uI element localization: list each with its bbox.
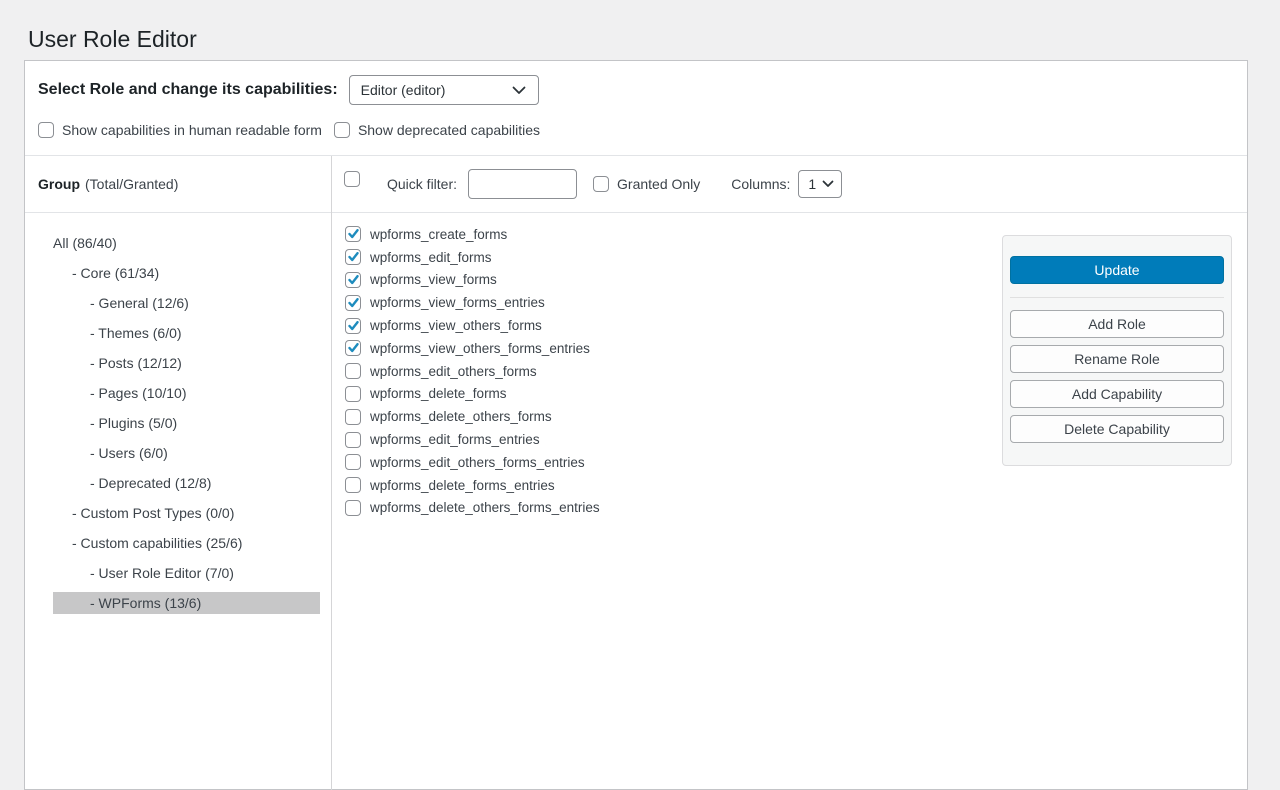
check-icon — [348, 343, 359, 353]
capability-checkbox[interactable] — [345, 500, 361, 516]
tree-item-core[interactable]: - Core (61/34) — [53, 262, 320, 284]
groups-header-subtitle: (Total/Granted) — [85, 176, 178, 192]
main-grid: Group (Total/Granted) All (86/40) - Core… — [25, 156, 1247, 790]
divider — [1010, 297, 1224, 298]
role-selector-label: Select Role and change its capabilities: — [38, 81, 338, 99]
actions-panel: Update Add Role Rename Role Add Capabili… — [1002, 235, 1232, 466]
capability-checkbox[interactable] — [345, 363, 361, 379]
tree-item-wpforms[interactable]: - WPForms (13/6) — [53, 592, 320, 614]
capabilities-list: wpforms_create_forms wpforms_edit_forms … — [332, 213, 1002, 790]
capability-label: wpforms_view_others_forms_entries — [370, 341, 590, 356]
add-role-button[interactable]: Add Role — [1010, 310, 1224, 338]
role-selector-row: Select Role and change its capabilities:… — [25, 61, 1247, 105]
capability-label: wpforms_delete_others_forms — [370, 409, 552, 424]
capability-row: wpforms_delete_forms — [345, 383, 1002, 406]
capability-label: wpforms_delete_others_forms_entries — [370, 500, 600, 515]
check-icon — [348, 229, 359, 239]
quick-filter-label: Quick filter: — [387, 176, 457, 192]
groups-header: Group (Total/Granted) — [25, 156, 331, 213]
role-select[interactable]: Editor (editor) — [349, 75, 539, 105]
capability-row: wpforms_edit_forms — [345, 246, 1002, 269]
check-icon — [348, 321, 359, 331]
capability-row: wpforms_edit_forms_entries — [345, 428, 1002, 451]
user-role-editor-panel: Select Role and change its capabilities:… — [24, 60, 1248, 790]
tree-item-custom-post-types[interactable]: - Custom Post Types (0/0) — [53, 502, 320, 524]
filter-bar: Quick filter: Granted Only Columns: 1 — [332, 156, 1247, 213]
capability-row: wpforms_view_forms_entries — [345, 291, 1002, 314]
capability-row: wpforms_view_forms — [345, 269, 1002, 292]
capabilities-content: wpforms_create_forms wpforms_edit_forms … — [332, 213, 1247, 790]
add-capability-button[interactable]: Add Capability — [1010, 380, 1224, 408]
tree-item-themes[interactable]: - Themes (6/0) — [53, 322, 320, 344]
capability-row: wpforms_delete_others_forms_entries — [345, 497, 1002, 520]
tree-item-custom-capabilities[interactable]: - Custom capabilities (25/6) — [53, 532, 320, 554]
capability-checkbox[interactable] — [345, 454, 361, 470]
update-button[interactable]: Update — [1010, 256, 1224, 284]
tree-item-pages[interactable]: - Pages (10/10) — [53, 382, 320, 404]
capability-checkbox[interactable] — [345, 295, 361, 311]
capability-label: wpforms_edit_others_forms — [370, 364, 537, 379]
tree-item-general[interactable]: - General (12/6) — [53, 292, 320, 314]
capability-row: wpforms_view_others_forms_entries — [345, 337, 1002, 360]
quick-filter-input[interactable] — [468, 169, 577, 199]
chevron-down-icon — [822, 180, 834, 188]
capability-label: wpforms_delete_forms_entries — [370, 478, 555, 493]
check-icon — [348, 275, 359, 285]
tree-item-user-role-editor[interactable]: - User Role Editor (7/0) — [53, 562, 320, 584]
capability-label: wpforms_view_others_forms — [370, 318, 542, 333]
capability-label: wpforms_edit_forms — [370, 250, 492, 265]
capability-checkbox[interactable] — [345, 318, 361, 334]
tree-item-users[interactable]: - Users (6/0) — [53, 442, 320, 464]
check-icon — [348, 252, 359, 262]
capability-label: wpforms_view_forms — [370, 272, 497, 287]
capability-checkbox[interactable] — [345, 226, 361, 242]
capability-label: wpforms_edit_others_forms_entries — [370, 455, 585, 470]
granted-only-label: Granted Only — [617, 176, 700, 192]
chevron-down-icon — [512, 86, 526, 95]
capability-checkbox[interactable] — [345, 340, 361, 356]
granted-only-checkbox[interactable] — [593, 176, 609, 192]
rename-role-button[interactable]: Rename Role — [1010, 345, 1224, 373]
capability-checkbox[interactable] — [345, 477, 361, 493]
capability-checkbox[interactable] — [345, 249, 361, 265]
delete-capability-button[interactable]: Delete Capability — [1010, 415, 1224, 443]
columns-label: Columns: — [731, 176, 790, 192]
capability-checkbox[interactable] — [345, 432, 361, 448]
tree-item-all[interactable]: All (86/40) — [53, 232, 320, 254]
capability-checkbox[interactable] — [345, 386, 361, 402]
columns-select-value: 1 — [808, 176, 816, 192]
role-select-value: Editor (editor) — [361, 82, 446, 98]
show-deprecated-label: Show deprecated capabilities — [358, 122, 540, 138]
capability-checkbox[interactable] — [345, 409, 361, 425]
capability-label: wpforms_view_forms_entries — [370, 295, 545, 310]
capability-label: wpforms_edit_forms_entries — [370, 432, 540, 447]
groups-column: Group (Total/Granted) All (86/40) - Core… — [25, 156, 332, 790]
human-readable-checkbox[interactable] — [38, 122, 54, 138]
select-all-checkbox[interactable] — [344, 171, 360, 187]
columns-select[interactable]: 1 — [798, 170, 842, 198]
capability-label: wpforms_create_forms — [370, 227, 507, 242]
page-title: User Role Editor — [0, 0, 1280, 55]
check-icon — [348, 298, 359, 308]
capabilities-column: Quick filter: Granted Only Columns: 1 — [332, 156, 1247, 790]
capability-row: wpforms_edit_others_forms_entries — [345, 451, 1002, 474]
capability-label: wpforms_delete_forms — [370, 386, 507, 401]
tree-item-deprecated[interactable]: - Deprecated (12/8) — [53, 472, 320, 494]
human-readable-label: Show capabilities in human readable form — [62, 122, 322, 138]
capability-row: wpforms_create_forms — [345, 223, 1002, 246]
groups-tree: All (86/40) - Core (61/34) - General (12… — [25, 213, 331, 614]
options-row: Show capabilities in human readable form… — [25, 105, 1247, 139]
capability-row: wpforms_delete_others_forms — [345, 405, 1002, 428]
groups-header-title: Group — [38, 176, 80, 192]
capability-row: wpforms_edit_others_forms — [345, 360, 1002, 383]
capability-checkbox[interactable] — [345, 272, 361, 288]
tree-item-plugins[interactable]: - Plugins (5/0) — [53, 412, 320, 434]
show-deprecated-checkbox[interactable] — [334, 122, 350, 138]
tree-item-posts[interactable]: - Posts (12/12) — [53, 352, 320, 374]
capability-row: wpforms_view_others_forms — [345, 314, 1002, 337]
capability-row: wpforms_delete_forms_entries — [345, 474, 1002, 497]
